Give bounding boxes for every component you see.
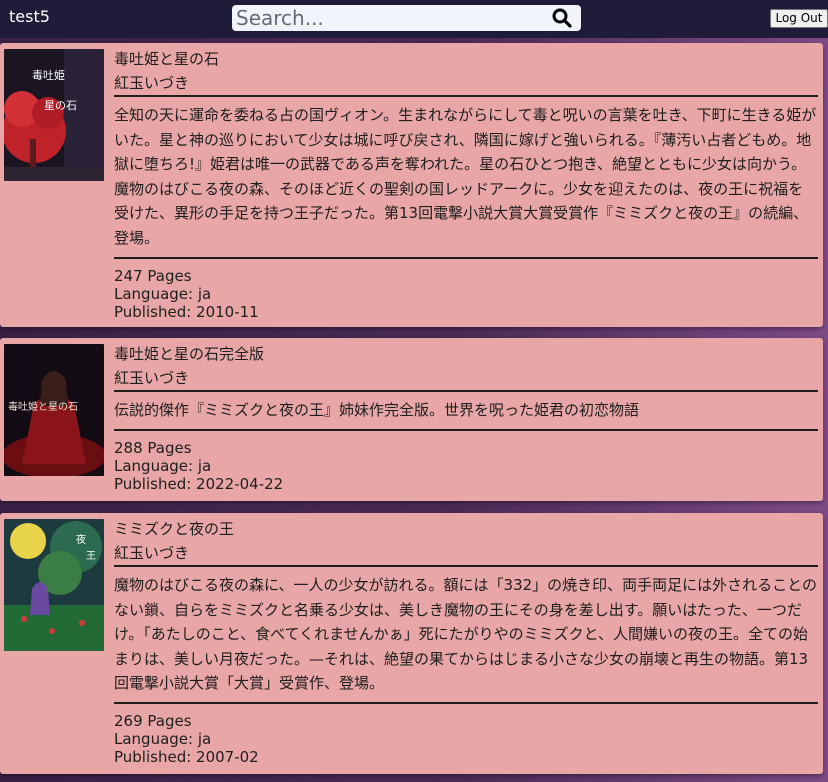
book-card[interactable]: 毒吐姫 星の石 毒吐姫と星の石 紅玉いづき 全知の天に運命を委ねる占の国ヴィオン… [0, 43, 823, 327]
book-author: 紅玉いづき [114, 544, 190, 562]
svg-text:夜: 夜 [76, 533, 86, 546]
search-input[interactable]: Search... [232, 5, 581, 31]
top-bar: test5 Search... Log Out [0, 0, 828, 38]
language: Language: ja [114, 456, 212, 475]
divider [114, 390, 818, 392]
book-cover-image[interactable]: 毒吐姫と星の石 [4, 344, 104, 476]
logout-button[interactable]: Log Out [770, 9, 828, 28]
book-description: 伝説的傑作『ミミズクと夜の王』姉妹作完全版。世界を呪った姫君の初恋物語 [114, 401, 640, 419]
book-info: 毒吐姫と星の石完全版 紅玉いづき 伝説的傑作『ミミズクと夜の王』姉妹作完全版。世… [114, 342, 818, 493]
book-author: 紅玉いづき [114, 369, 190, 387]
book-title[interactable]: 毒吐姫と星の石完全版 [114, 342, 818, 366]
divider [114, 701, 818, 704]
username: test5 [9, 7, 50, 26]
svg-text:王: 王 [86, 551, 96, 562]
divider [114, 428, 818, 431]
book-meta: 269 Pages Language: ja Published: 2007-0… [114, 712, 818, 766]
divider [114, 256, 818, 259]
published-date: Published: 2007-02 [114, 747, 259, 766]
book-description: 魔物のはびこる夜の森に、一人の少女が訪れる。額には「332」の焼き印、両手両足に… [114, 576, 818, 693]
svg-text:毒吐姫と星の石: 毒吐姫と星の石 [8, 400, 78, 413]
book-info: ミミズクと夜の王 紅玉いづき 魔物のはびこる夜の森に、一人の少女が訪れる。額には… [114, 517, 818, 766]
language: Language: ja [114, 729, 212, 748]
book-cover-image[interactable]: 夜 王 [4, 519, 104, 651]
book-card[interactable]: 毒吐姫と星の石 毒吐姫と星の石完全版 紅玉いづき 伝説的傑作『ミミズクと夜の王』… [0, 338, 823, 501]
svg-text:星の石: 星の石 [44, 99, 77, 112]
search-placeholder: Search... [236, 6, 324, 30]
book-cover-image[interactable]: 毒吐姫 星の石 [4, 49, 104, 181]
book-title[interactable]: ミミズクと夜の王 [114, 517, 818, 541]
page-count: 247 Pages [114, 266, 192, 285]
divider [114, 95, 818, 97]
language: Language: ja [114, 284, 212, 303]
book-title[interactable]: 毒吐姫と星の石 [114, 47, 818, 71]
book-meta: 288 Pages Language: ja Published: 2022-0… [114, 439, 818, 493]
svg-text:毒吐姫: 毒吐姫 [32, 68, 65, 82]
book-meta: 247 Pages Language: ja Published: 2010-1… [114, 267, 818, 321]
search-icon[interactable] [552, 8, 572, 28]
book-card[interactable]: 夜 王 ミミズクと夜の王 紅玉いづき 魔物のはびこる夜の森に、一人の少女が訪れる… [0, 513, 823, 774]
book-description: 全知の天に運命を委ねる占の国ヴィオン。生まれながらにして毒と呪いの言葉を吐き、下… [114, 106, 817, 247]
book-author: 紅玉いづき [114, 74, 190, 92]
book-info: 毒吐姫と星の石 紅玉いづき 全知の天に運命を委ねる占の国ヴィオン。生まれながらに… [114, 47, 818, 321]
published-date: Published: 2010-11 [114, 302, 259, 321]
page-count: 269 Pages [114, 711, 192, 730]
divider [114, 565, 818, 567]
published-date: Published: 2022-04-22 [114, 474, 284, 493]
page-count: 288 Pages [114, 438, 192, 457]
